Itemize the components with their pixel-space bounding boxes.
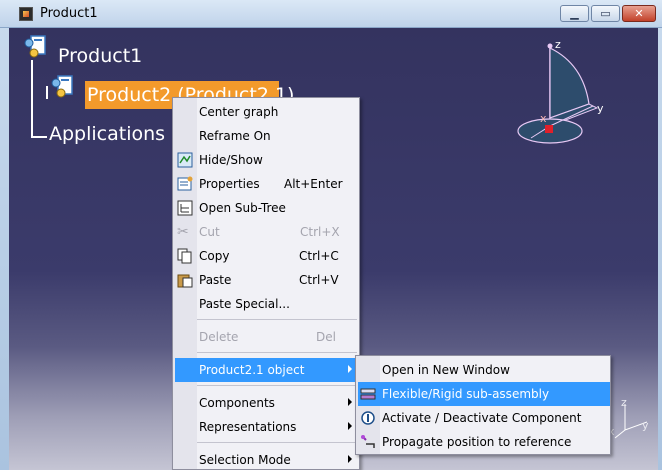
menu-item-paste[interactable]: Paste Ctrl+V — [175, 268, 359, 292]
menu-item-label: Activate / Deactivate Component — [382, 411, 582, 425]
axis-y-label: y — [642, 419, 649, 432]
compass-y-label: y — [597, 102, 604, 115]
menu-item-label: Reframe On — [199, 129, 271, 143]
menu-item-paste-special[interactable]: Paste Special... — [175, 292, 359, 316]
tree-line — [46, 86, 48, 99]
submenu-arrow-icon — [348, 455, 352, 463]
menu-item-label: Open Sub-Tree — [199, 201, 286, 215]
menu-item-hide-show[interactable]: Hide/Show — [175, 148, 359, 172]
tree-node-applications[interactable]: Applications — [49, 123, 165, 145]
maximize-button[interactable]: ▭ — [591, 5, 620, 22]
sub-tree-icon — [177, 200, 193, 216]
title-bar[interactable]: Product1 ▁ ▭ ✕ — [0, 0, 662, 28]
menu-item-cut[interactable]: ✂ Cut Ctrl+X — [175, 220, 359, 244]
close-button[interactable]: ✕ — [622, 5, 656, 22]
menu-item-label: Product2.1 object — [199, 363, 305, 377]
menu-item-label: Open in New Window — [382, 363, 510, 377]
activate-component-icon — [361, 411, 375, 425]
menu-item-shortcut: Ctrl+V — [299, 273, 339, 287]
menu-item-shortcut: Alt+Enter — [284, 177, 343, 191]
submenu-item-propagate-position[interactable]: Propagate position to reference — [358, 430, 610, 454]
menu-item-label: Components — [199, 396, 275, 410]
menu-separator — [197, 352, 357, 353]
tree-line — [31, 136, 47, 138]
compass-icon[interactable] — [509, 38, 619, 148]
menu-item-shortcut: Del — [316, 330, 336, 344]
menu-item-label: Copy — [199, 249, 230, 263]
flexible-assembly-icon — [360, 388, 376, 400]
menu-item-shortcut: Ctrl+X — [300, 225, 340, 239]
menu-separator — [197, 319, 357, 320]
menu-item-label: Delete — [199, 330, 239, 344]
menu-item-shortcut: Ctrl+C — [299, 249, 339, 263]
menu-item-label: Hide/Show — [199, 153, 263, 167]
menu-item-label: Representations — [199, 420, 297, 434]
menu-item-reframe-on[interactable]: Reframe On — [175, 124, 359, 148]
submenu-item-activate-deactivate[interactable]: Activate / Deactivate Component — [358, 406, 610, 430]
copy-icon — [177, 248, 192, 264]
tree-node-product1[interactable]: Product1 — [58, 45, 142, 67]
menu-item-label: Center graph — [199, 105, 279, 119]
menu-item-properties[interactable]: Properties Alt+Enter — [175, 172, 359, 196]
menu-item-selection-mode[interactable]: Selection Mode — [175, 448, 359, 470]
menu-item-label: Selection Mode — [199, 453, 291, 467]
axis-z-label: z — [621, 396, 627, 409]
window-title: Product1 — [40, 6, 98, 21]
minimize-button[interactable]: ▁ — [560, 5, 589, 22]
menu-item-copy[interactable]: Copy Ctrl+C — [175, 244, 359, 268]
cut-icon: ✂ — [177, 224, 189, 240]
submenu: Open in New Window Flexible/Rigid sub-as… — [355, 355, 611, 455]
menu-item-label: Properties — [199, 177, 260, 191]
paste-icon — [177, 274, 193, 288]
menu-item-open-sub-tree[interactable]: Open Sub-Tree — [175, 196, 359, 220]
submenu-arrow-icon — [348, 422, 352, 430]
close-icon: ✕ — [634, 7, 644, 20]
menu-item-label: Flexible/Rigid sub-assembly — [382, 387, 550, 401]
app-icon[interactable] — [19, 7, 33, 21]
maximize-icon: ▭ — [600, 7, 611, 20]
product-icon[interactable] — [49, 74, 75, 100]
minimize-icon: ▁ — [570, 7, 579, 20]
menu-item-label: Cut — [199, 225, 220, 239]
compass-x-label: x — [540, 112, 547, 125]
properties-icon — [177, 176, 193, 191]
application-window: Product1 ▁ ▭ ✕ Product1 Product2 (Produc… — [0, 0, 662, 470]
menu-item-center-graph[interactable]: Center graph — [175, 100, 359, 124]
menu-item-components[interactable]: Components — [175, 391, 359, 415]
context-menu: Center graph Reframe On Hide/Show Proper… — [172, 97, 360, 470]
menu-item-label: Paste Special... — [199, 297, 290, 311]
submenu-item-open-new-window[interactable]: Open in New Window — [358, 358, 610, 382]
submenu-item-flexible-rigid[interactable]: Flexible/Rigid sub-assembly — [358, 382, 610, 406]
tree-line — [31, 60, 33, 138]
menu-item-label: Paste — [199, 273, 232, 287]
hide-show-icon — [177, 152, 193, 168]
submenu-arrow-icon — [348, 398, 352, 406]
menu-item-delete[interactable]: Delete Del — [175, 325, 359, 349]
propagate-position-icon — [361, 435, 375, 448]
menu-item-label: Propagate position to reference — [382, 435, 572, 449]
menu-separator — [197, 442, 357, 443]
submenu-arrow-icon — [348, 365, 352, 373]
menu-item-representations[interactable]: Representations — [175, 415, 359, 439]
menu-separator — [197, 385, 357, 386]
menu-item-product-object[interactable]: Product2.1 object — [175, 358, 359, 382]
product-icon[interactable] — [22, 34, 48, 60]
compass-z-label: z — [555, 38, 561, 51]
